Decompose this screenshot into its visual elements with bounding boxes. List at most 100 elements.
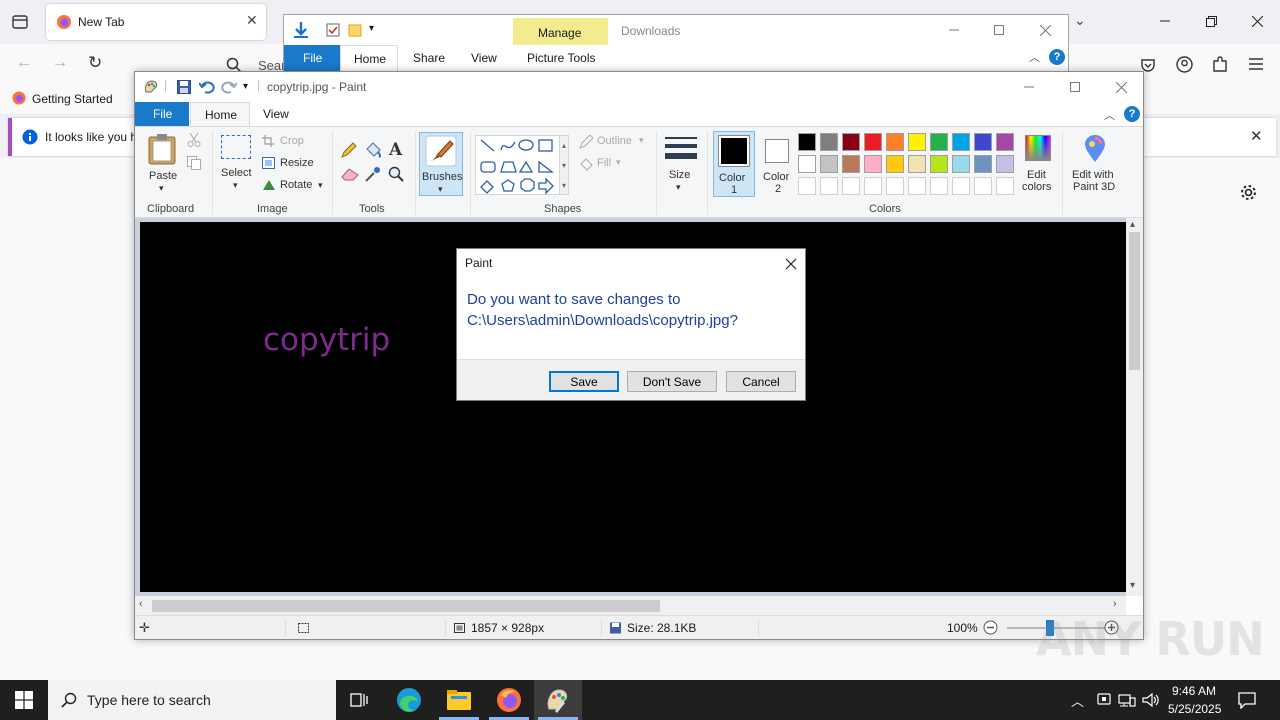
rotate-button[interactable]: Rotate xyxy=(280,179,312,191)
palette-swatch[interactable] xyxy=(996,133,1014,151)
palette-swatch-empty[interactable] xyxy=(908,177,926,195)
start-button[interactable] xyxy=(0,680,48,720)
resize-icon[interactable] xyxy=(262,157,275,169)
cut-icon[interactable] xyxy=(187,133,201,147)
magnifier-icon[interactable] xyxy=(388,166,404,182)
palette-swatch-empty[interactable] xyxy=(886,177,904,195)
resize-button[interactable]: Resize xyxy=(280,157,314,169)
explorer-tab-file[interactable]: File xyxy=(284,45,340,71)
palette-swatch-empty[interactable] xyxy=(842,177,860,195)
scroll-thumb[interactable] xyxy=(1129,232,1140,370)
quick-access-dropdown-icon[interactable]: ▾ xyxy=(369,23,374,34)
palette-swatch[interactable] xyxy=(886,155,904,173)
clock-time[interactable]: 9:46 AM xyxy=(1172,684,1216,698)
network-icon[interactable] xyxy=(1118,692,1136,708)
palette-swatch[interactable] xyxy=(886,133,904,151)
palette-swatch-empty[interactable] xyxy=(798,177,816,195)
zoom-out-icon[interactable] xyxy=(983,620,998,635)
text-tool-icon[interactable]: A xyxy=(388,140,404,158)
vertical-scrollbar[interactable]: ▴ ▾ xyxy=(1126,218,1143,596)
file-explorer-icon[interactable] xyxy=(446,688,472,712)
palette-swatch[interactable] xyxy=(952,155,970,173)
palette-swatch[interactable] xyxy=(974,133,992,151)
color2-button[interactable]: Color 2 xyxy=(760,131,802,197)
paint-tab-view[interactable]: View xyxy=(263,107,289,121)
select-button[interactable]: Select ▾ xyxy=(219,133,255,197)
paint-minimize-button[interactable] xyxy=(1006,72,1052,102)
paint-tab-file[interactable]: File xyxy=(135,102,189,126)
scroll-right-icon[interactable]: › xyxy=(1113,598,1117,610)
close-notification-icon[interactable]: ✕ xyxy=(1250,127,1263,145)
paint-maximize-button[interactable] xyxy=(1052,72,1098,102)
paint-tab-home[interactable]: Home xyxy=(190,102,250,127)
paint-taskbar-button[interactable] xyxy=(534,680,582,720)
list-all-tabs-icon[interactable] xyxy=(10,12,30,32)
palette-swatch[interactable] xyxy=(930,133,948,151)
back-icon[interactable]: ← xyxy=(16,54,32,72)
palette-swatch[interactable] xyxy=(930,155,948,173)
palette-swatch[interactable] xyxy=(842,133,860,151)
collapse-ribbon-icon[interactable]: ︿ xyxy=(1029,49,1040,65)
horizontal-scrollbar[interactable]: ‹ › xyxy=(135,596,1126,615)
explorer-tab-picture-tools[interactable]: Picture Tools xyxy=(527,51,595,65)
crop-icon[interactable] xyxy=(262,135,274,147)
fill-button[interactable]: Fill xyxy=(597,157,611,169)
chevron-down-icon[interactable]: ⌄ xyxy=(1074,12,1086,29)
properties-icon[interactable] xyxy=(326,23,340,37)
close-tab-icon[interactable]: ✕ xyxy=(246,12,258,29)
save-button[interactable]: Save xyxy=(549,371,619,392)
palette-swatch[interactable] xyxy=(908,155,926,173)
forward-icon[interactable]: → xyxy=(52,54,68,72)
task-view-icon[interactable] xyxy=(344,688,376,712)
shapes-gallery-scroll[interactable]: ▴ ▾ ▾ xyxy=(559,135,569,195)
outline-button[interactable]: Outline xyxy=(597,135,632,147)
device-icon[interactable] xyxy=(1096,692,1112,708)
palette-swatch[interactable] xyxy=(908,133,926,151)
manage-contextual-tab[interactable]: Manage xyxy=(513,18,608,45)
crop-button[interactable]: Crop xyxy=(280,135,304,147)
scroll-left-icon[interactable]: ‹ xyxy=(139,598,143,610)
paste-button[interactable]: Paste ▾ xyxy=(143,131,181,195)
palette-swatch[interactable] xyxy=(820,155,838,173)
extensions-icon[interactable] xyxy=(1212,56,1228,73)
palette-swatch[interactable] xyxy=(798,155,816,173)
palette-swatch-empty[interactable] xyxy=(864,177,882,195)
palette-swatch[interactable] xyxy=(820,133,838,151)
palette-swatch[interactable] xyxy=(842,155,860,173)
palette-swatch[interactable] xyxy=(864,155,882,173)
edge-icon[interactable] xyxy=(396,687,422,713)
scroll-up-icon[interactable]: ▴ xyxy=(1130,219,1135,230)
close-button[interactable] xyxy=(1234,6,1280,36)
copy-icon[interactable] xyxy=(187,156,201,170)
tab-new-tab[interactable]: New Tab ✕ xyxy=(46,4,266,40)
explorer-tab-share[interactable]: Share xyxy=(413,51,445,65)
fill-bucket-icon[interactable] xyxy=(364,141,382,159)
palette-swatch[interactable] xyxy=(974,155,992,173)
explorer-close-button[interactable] xyxy=(1022,15,1068,45)
color1-button[interactable]: Color 1 xyxy=(713,131,755,197)
scroll-down-icon[interactable]: ▾ xyxy=(1130,580,1135,591)
bookmark-getting-started[interactable]: Getting Started xyxy=(32,92,113,106)
palette-swatch-empty[interactable] xyxy=(820,177,838,195)
shapes-gallery[interactable] xyxy=(475,135,567,195)
rotate-icon[interactable] xyxy=(262,179,276,191)
palette-swatch-empty[interactable] xyxy=(996,177,1014,195)
paint-close-button[interactable] xyxy=(1098,72,1144,102)
palette-swatch[interactable] xyxy=(798,133,816,151)
edit-colors-button[interactable]: Edit colors xyxy=(1021,133,1057,197)
dialog-close-icon[interactable] xyxy=(781,254,801,274)
palette-swatch-empty[interactable] xyxy=(974,177,992,195)
palette-swatch[interactable] xyxy=(996,155,1014,173)
clock-date[interactable]: 5/25/2025 xyxy=(1168,702,1221,716)
explorer-minimize-button[interactable] xyxy=(931,15,977,45)
undo-icon[interactable] xyxy=(199,80,215,94)
show-hidden-icons-chevron-icon[interactable]: ︿ xyxy=(1071,691,1084,710)
palette-swatch[interactable] xyxy=(864,133,882,151)
menu-icon[interactable] xyxy=(1249,57,1263,71)
firefox-taskbar-icon[interactable] xyxy=(496,687,522,713)
edit-with-paint3d-button[interactable]: Edit with Paint 3D xyxy=(1069,133,1121,197)
pencil-icon[interactable] xyxy=(341,142,357,158)
collapse-ribbon-icon[interactable]: ︿ xyxy=(1104,107,1115,123)
notifications-icon[interactable] xyxy=(1238,691,1256,709)
volume-icon[interactable] xyxy=(1142,692,1160,708)
